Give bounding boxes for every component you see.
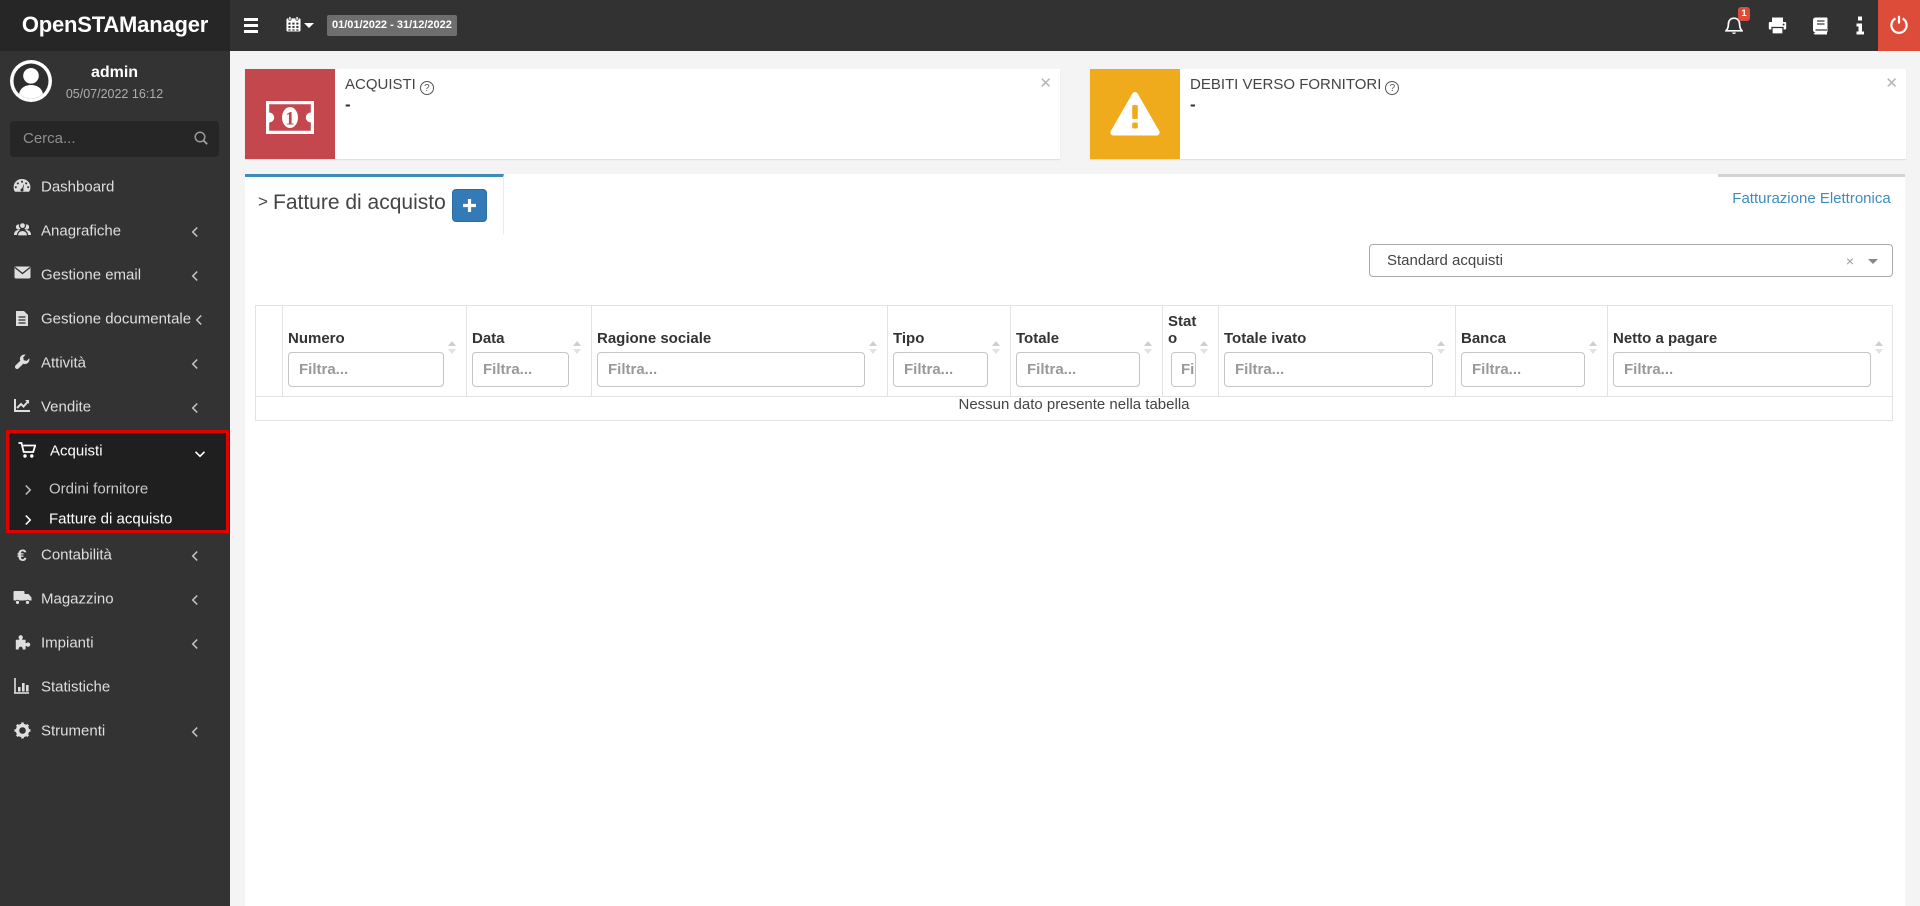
svg-text:1: 1 <box>285 109 295 130</box>
